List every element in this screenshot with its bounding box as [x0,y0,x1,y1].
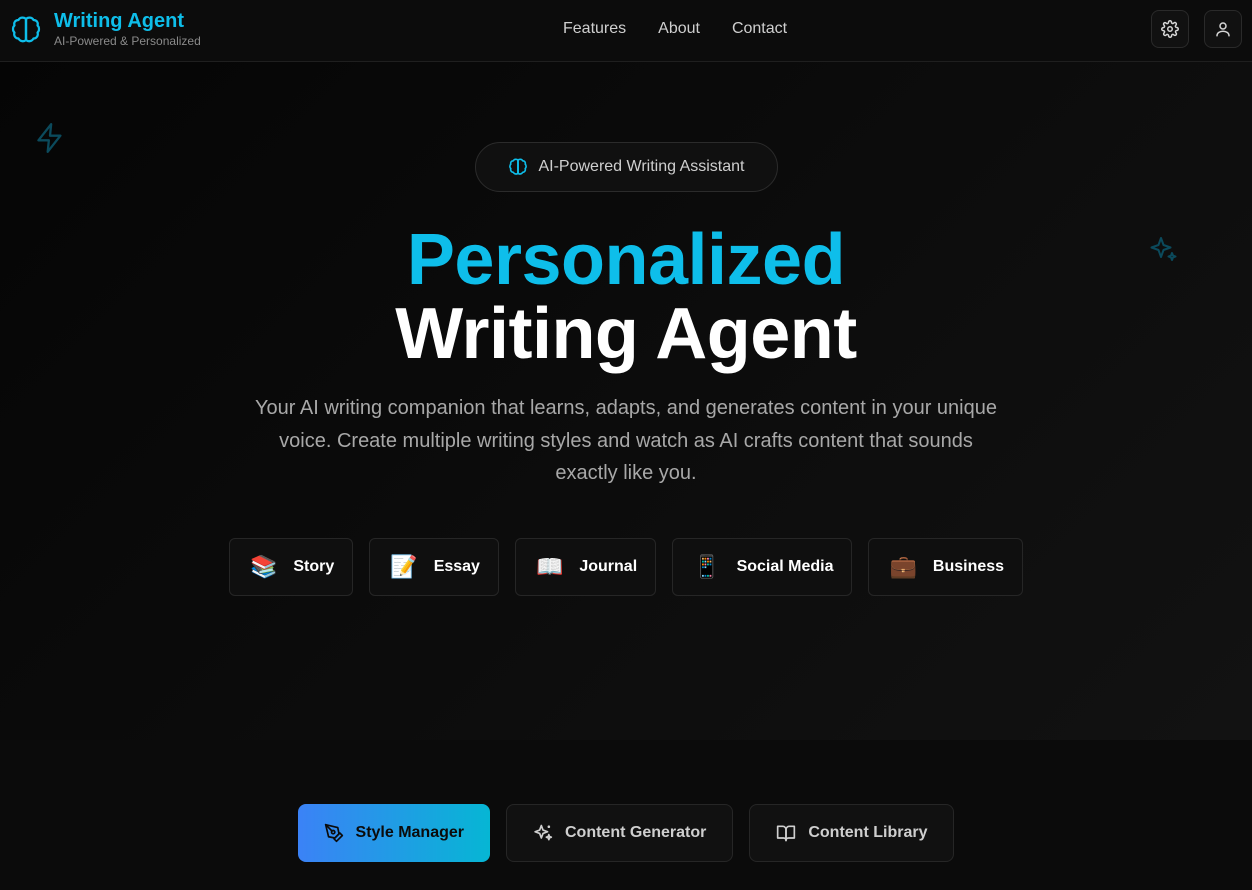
user-icon [1216,22,1230,37]
tab-label: Style Manager [355,824,464,841]
lightning-icon [37,123,62,153]
hero-title-line2: Writing Agent [395,294,857,374]
category-chip-label: Social Media [736,558,834,575]
nav-link-about[interactable]: About [658,19,700,39]
category-chip-business[interactable]: 💼 Business [868,538,1024,596]
hero-badge: AI-Powered Writing Assistant [475,142,778,192]
category-chip-label: Story [293,558,335,575]
memo-icon: 📝 [390,554,418,579]
briefcase-icon: 💼 [889,554,917,579]
category-chip-label: Essay [433,558,480,575]
book-open-icon [777,825,796,842]
hero-description: Your AI writing companion that learns, a… [255,397,997,484]
tab-content-generator[interactable]: Content Generator [506,804,734,862]
page: Writing Agent AI-Powered & Personalized … [0,0,1252,890]
brand[interactable]: Writing Agent AI-Powered & Personalized [10,10,201,49]
books-icon: 📚 [249,554,278,579]
brain-icon [11,16,41,42]
tab-content-library[interactable]: Content Library [749,804,955,862]
nav-link-contact[interactable]: Contact [732,19,787,39]
pen-tool-icon [324,823,343,843]
brand-subtitle: AI-Powered & Personalized [54,34,201,48]
category-chips: 📚 Story 📝 Essay 📖 Journal 📱 Social Media… [0,538,1252,596]
category-chip-label: Journal [579,558,638,575]
tab-label: Content Library [808,824,928,841]
sparkles-icon [534,824,553,841]
main-nav: Features About Contact [563,19,787,39]
category-chip-label: Business [932,558,1005,575]
category-chip-journal[interactable]: 📖 Journal [514,538,657,596]
category-chip-story[interactable]: 📚 Story [228,538,354,596]
category-chip-essay[interactable]: 📝 Essay [369,538,499,596]
main-tabs: Style Manager Content Generator Content … [0,804,1252,862]
category-chip-social-media[interactable]: 📱 Social Media [672,538,853,596]
tab-label: Content Generator [565,824,707,841]
brain-icon [509,158,528,175]
hero-section: AI-Powered Writing Assistant Personalize… [0,62,1252,740]
mobile-phone-icon: 📱 [693,554,721,579]
settings-button[interactable] [1151,10,1189,48]
open-book-icon: 📖 [535,554,564,579]
gear-icon [1161,20,1179,38]
brand-title: Writing Agent [54,10,184,32]
top-header: Writing Agent AI-Powered & Personalized … [0,0,1252,62]
user-profile-button[interactable] [1204,10,1242,48]
hero-badge-label: AI-Powered Writing Assistant [538,158,745,175]
nav-link-features[interactable]: Features [563,19,626,39]
hero-title-line1: Personalized [406,220,846,300]
tab-style-manager[interactable]: Style Manager [297,804,490,862]
